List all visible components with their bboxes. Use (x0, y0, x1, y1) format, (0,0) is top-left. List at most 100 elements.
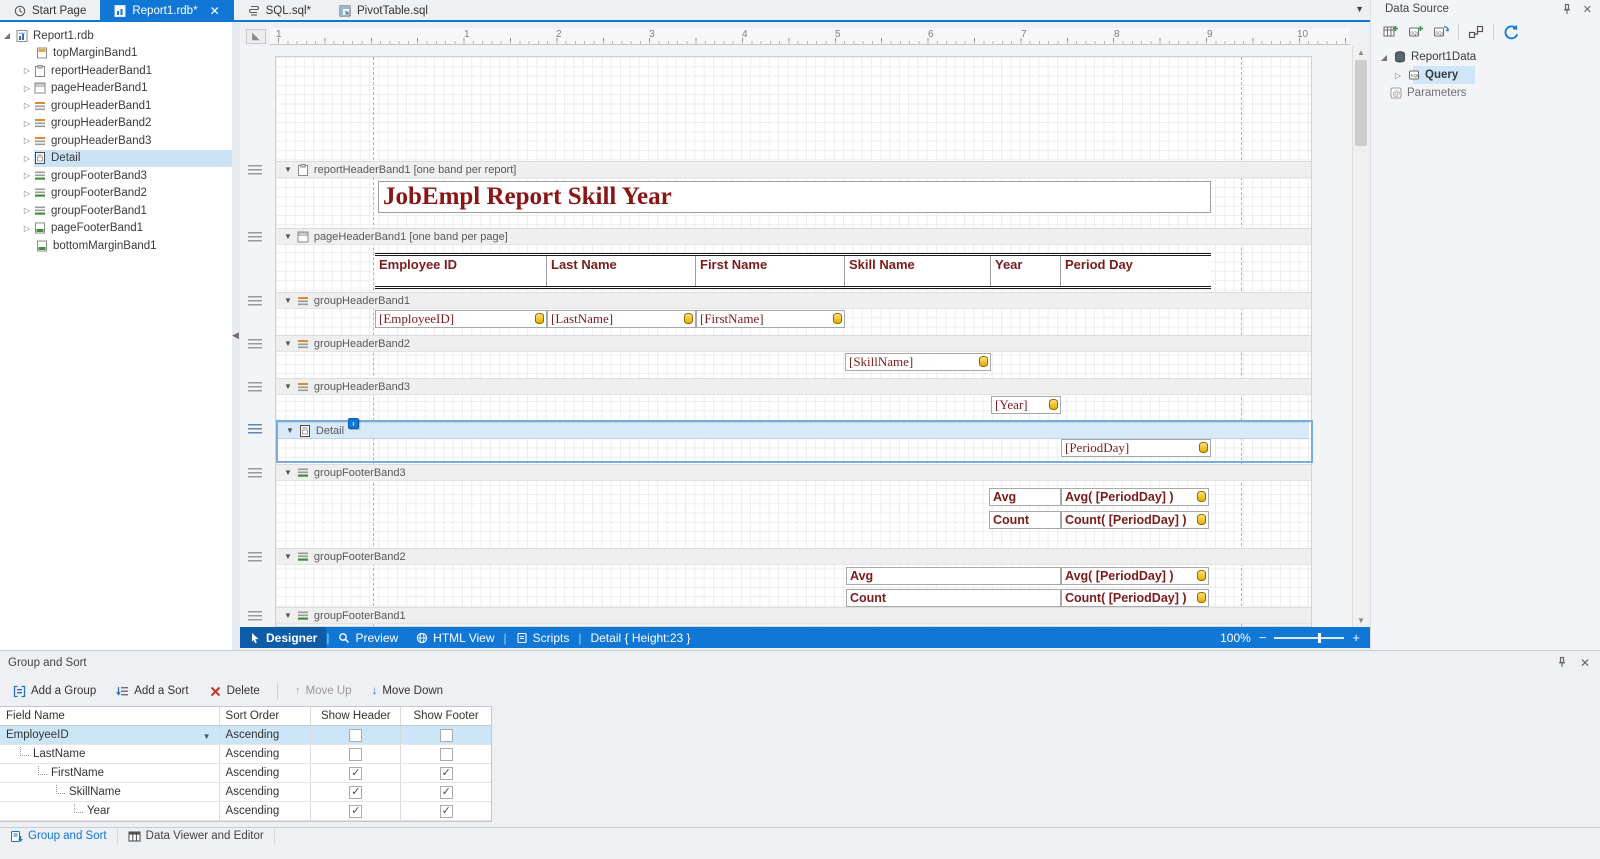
scrollbar-thumb[interactable] (1355, 60, 1367, 146)
expander-icon[interactable]: ▷ (22, 206, 32, 215)
table-row[interactable]: LastName Ascending (0, 745, 491, 764)
show-footer-checkbox[interactable] (439, 728, 453, 742)
tab-start-page[interactable]: Start Page (0, 0, 100, 22)
expander-icon[interactable]: ▷ (22, 119, 32, 128)
tree-item-report1data[interactable]: ◢ Report1Data (1371, 48, 1600, 66)
collapse-band-icon[interactable]: ▼ (286, 426, 294, 435)
close-panel-icon[interactable]: ✕ (1583, 3, 1592, 16)
expander-icon[interactable]: ▷ (22, 101, 32, 110)
field-employeeid[interactable]: [EmployeeID] (375, 310, 547, 328)
band-handle-detail[interactable] (248, 424, 262, 434)
tree-item-groupfooterband2[interactable]: ▷ groupFooterBand2 (0, 185, 232, 203)
collapse-band-icon[interactable]: ▼ (284, 611, 292, 620)
column-header[interactable]: Sort Order (220, 707, 312, 725)
band-bar-groupfooterband2[interactable]: ▼ groupFooterBand2 (276, 548, 1311, 565)
collapse-band-icon[interactable]: ▼ (284, 232, 292, 241)
show-footer-checkbox[interactable] (439, 785, 453, 799)
scroll-down-icon[interactable]: ▼ (1353, 616, 1369, 625)
table-row[interactable]: FirstName Ascending (0, 764, 491, 783)
zoom-slider-thumb[interactable] (1318, 632, 1322, 643)
count-label-cell[interactable]: Count (846, 589, 1061, 607)
show-footer-checkbox[interactable] (439, 766, 453, 780)
band-bar-groupheaderband1[interactable]: ▼ groupHeaderBand1 (276, 292, 1311, 309)
tree-item-groupfooterband3[interactable]: ▷ groupFooterBand3 (0, 167, 232, 185)
collapse-band-icon[interactable]: ▼ (284, 296, 292, 305)
field-name-cell[interactable]: EmployeeID ▼ (0, 726, 220, 744)
pin-icon[interactable] (1556, 656, 1568, 668)
count-expression-cell[interactable]: Count( [PeriodDay] ) (1061, 511, 1209, 529)
sort-order-cell[interactable]: Ascending (220, 745, 312, 763)
sort-order-cell[interactable]: Ascending (220, 726, 312, 744)
add-group-button[interactable]: Add a Group (6, 683, 103, 700)
smart-tag-icon[interactable]: › (348, 418, 359, 429)
band-bar-reportheaderband1[interactable]: ▼ reportHeaderBand1 [one band per report… (276, 161, 1311, 178)
show-header-checkbox[interactable] (349, 747, 363, 761)
band-bar-groupheaderband2[interactable]: ▼ groupHeaderBand2 (276, 335, 1311, 352)
show-footer-checkbox[interactable] (439, 747, 453, 761)
field-lastname[interactable]: [LastName] (547, 310, 696, 328)
table-row[interactable]: Year Ascending (0, 802, 491, 821)
refresh-icon[interactable] (1503, 24, 1519, 40)
collapse-band-icon[interactable]: ▼ (284, 165, 292, 174)
field-firstname[interactable]: [FirstName] (696, 310, 845, 328)
band-bar-detail[interactable]: ▼ Detail › (278, 418, 1309, 439)
tree-item-query[interactable]: ▷ Query (1371, 66, 1600, 84)
sidebar-splitter[interactable]: ◀ (232, 22, 240, 650)
tree-item-report1rdb[interactable]: ◢ Report1.rdb (0, 27, 232, 45)
tree-item-topmarginband1[interactable]: topMarginBand1 (0, 45, 232, 63)
count-label-cell[interactable]: Count (989, 511, 1061, 529)
designer-vertical-scrollbar[interactable]: ▲ ▼ (1352, 46, 1368, 627)
add-table-icon[interactable] (1383, 24, 1399, 40)
show-header-checkbox[interactable] (349, 766, 363, 780)
column-header-cell[interactable]: Year (991, 256, 1061, 286)
sort-order-cell[interactable]: Ascending (220, 783, 312, 801)
add-sort-button[interactable]: Add a Sort (109, 683, 195, 700)
field-skillname[interactable]: [SkillName] (845, 353, 991, 371)
band-handle[interactable] (248, 165, 262, 175)
column-header-cell[interactable]: First Name (696, 256, 845, 286)
close-panel-icon[interactable]: ✕ (1580, 656, 1590, 670)
view-button-html-view[interactable]: HTML View (407, 627, 503, 648)
tree-item-groupheaderband2[interactable]: ▷ groupHeaderBand2 (0, 115, 232, 133)
show-footer-checkbox[interactable] (439, 804, 453, 818)
report-title-textbox[interactable]: JobEmpl Report Skill Year (378, 181, 1211, 213)
collapse-band-icon[interactable]: ▼ (284, 552, 292, 561)
band-bar-pageheaderband1[interactable]: ▼ pageHeaderBand1 [one band per page] (276, 228, 1311, 245)
show-header-checkbox[interactable] (349, 785, 363, 799)
show-header-checkbox[interactable] (349, 804, 363, 818)
close-tab-icon[interactable]: ✕ (210, 4, 220, 18)
move-down-button[interactable]: ↓ Move Down (365, 683, 450, 699)
band-bar-groupheaderband3[interactable]: ▼ groupHeaderBand3 (276, 378, 1311, 395)
zoom-out-button[interactable]: − (1259, 630, 1267, 645)
column-header-cell[interactable]: Last Name (547, 256, 696, 286)
avg-label-cell[interactable]: Avg (989, 488, 1061, 506)
avg-label-cell[interactable]: Avg (846, 567, 1061, 585)
band-bar-groupfooterband3[interactable]: ▼ groupFooterBand3 (276, 464, 1311, 481)
band-handle[interactable] (248, 339, 262, 349)
field-periodday[interactable]: [PeriodDay] (1061, 439, 1211, 457)
column-header-table[interactable]: Employee ID Last Name First Name Skill N… (375, 253, 1211, 289)
field-name-cell[interactable]: SkillName (0, 783, 220, 801)
sort-order-cell[interactable]: Ascending (220, 764, 312, 782)
band-handle[interactable] (248, 611, 262, 621)
sort-order-cell[interactable]: Ascending (220, 802, 312, 820)
zoom-in-button[interactable]: + (1352, 630, 1360, 645)
avg-expression-cell[interactable]: Avg( [PeriodDay] ) (1061, 567, 1209, 585)
tree-item-parameters[interactable]: Parameters (1371, 84, 1600, 102)
band-handle[interactable] (248, 382, 262, 392)
tab-data-viewer-and-editor[interactable]: Data Viewer and Editor (118, 827, 275, 845)
field-name-cell[interactable]: Year (0, 802, 220, 820)
dropdown-icon[interactable]: ▼ (203, 732, 211, 741)
table-row[interactable]: SkillName Ascending (0, 783, 491, 802)
column-header-cell[interactable]: Skill Name (845, 256, 991, 286)
expander-icon[interactable]: ▷ (22, 136, 32, 145)
expander-icon[interactable]: ◢ (2, 31, 12, 40)
count-expression-cell[interactable]: Count( [PeriodDay] ) (1061, 589, 1209, 607)
band-handle[interactable] (248, 552, 262, 562)
delete-button[interactable]: Delete (202, 683, 267, 700)
tab-group-and-sort[interactable]: Group and Sort (0, 827, 118, 845)
expander-icon[interactable]: ▷ (22, 84, 32, 93)
add-query-icon[interactable] (1408, 24, 1424, 40)
move-up-button[interactable]: ↑ Move Up (288, 683, 359, 699)
expander-icon[interactable]: ▷ (1393, 71, 1403, 80)
